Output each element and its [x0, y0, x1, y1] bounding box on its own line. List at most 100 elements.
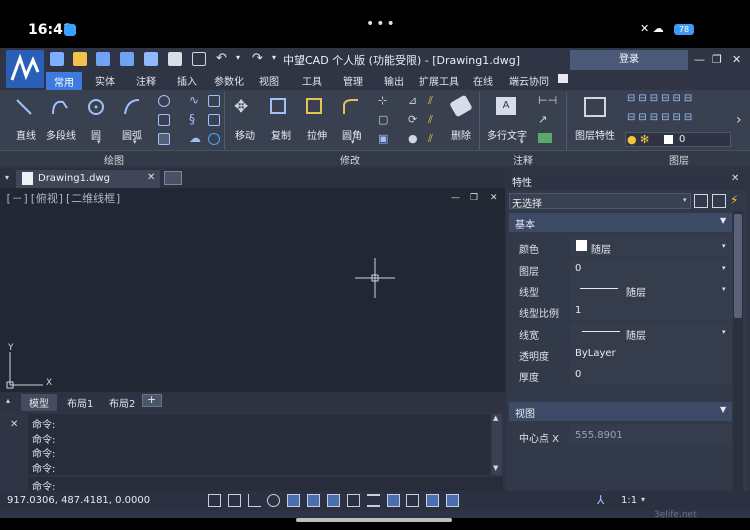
mirror-icon[interactable]: ▣ [378, 132, 388, 145]
scale-dropdown-icon[interactable]: ▾ [641, 495, 645, 504]
tab-manage[interactable]: 管理 [343, 73, 363, 88]
join-icon[interactable]: ⫽ [428, 132, 433, 146]
leader-icon[interactable]: ↗ [538, 113, 547, 126]
ribbon-collapse-icon[interactable] [558, 74, 568, 83]
save-as-icon[interactable] [120, 52, 134, 66]
tab-cloud[interactable]: 端云协同 [509, 73, 549, 88]
revcloud-icon[interactable]: § [189, 112, 195, 126]
new-file-icon[interactable] [50, 52, 64, 66]
app-logo[interactable] [6, 50, 44, 88]
modify-erase-label[interactable]: 删除 [451, 127, 471, 142]
spline-icon[interactable]: ∿ [189, 93, 199, 107]
table-icon[interactable] [538, 133, 552, 143]
prop-ltscale-field[interactable] [570, 300, 732, 320]
move-icon[interactable]: ✥ [234, 97, 248, 117]
layer-properties-icon[interactable] [584, 97, 606, 117]
viewport-restore-icon[interactable]: ❐ [470, 193, 478, 203]
properties-close-icon[interactable]: ✕ [731, 173, 739, 184]
redo-icon[interactable]: ↷ [252, 51, 263, 66]
home-indicator[interactable] [296, 518, 452, 522]
modify-move-label[interactable]: 移动 [235, 127, 255, 142]
modify-copy-label[interactable]: 复制 [271, 127, 291, 142]
tab-insert[interactable]: 插入 [177, 73, 197, 88]
scale-icon[interactable]: ● [408, 132, 418, 145]
fillet-icon[interactable] [342, 98, 360, 116]
multitask-dots-icon[interactable]: ••• [366, 16, 397, 32]
tab-parametric[interactable]: 参数化 [214, 73, 244, 88]
viewport-label[interactable]: [－][俯视][二维线框] [5, 190, 122, 206]
tab-view[interactable]: 视图 [259, 73, 279, 88]
arc-icon[interactable] [123, 98, 141, 116]
ortho-icon[interactable] [248, 494, 261, 507]
document-tab-close-icon[interactable]: ✕ [147, 172, 155, 183]
save-icon[interactable] [96, 52, 110, 66]
tab-home[interactable]: 常用 [46, 72, 82, 91]
prop-color-dropdown-icon[interactable]: ▾ [722, 242, 726, 250]
print-icon[interactable] [168, 52, 182, 66]
batch-icon[interactable] [144, 52, 158, 66]
tab-online[interactable]: 在线 [473, 73, 493, 88]
select-objects-icon[interactable] [712, 194, 726, 208]
ellipse-icon[interactable] [158, 95, 170, 107]
array-icon[interactable]: ▢ [378, 113, 388, 126]
copy-icon[interactable] [270, 98, 286, 114]
rectangle-icon[interactable] [158, 114, 170, 126]
fillet-dropdown-icon[interactable]: ▾ [351, 138, 355, 146]
qa-dropdown-icon[interactable]: ▾ [272, 53, 276, 62]
donut-icon[interactable] [208, 133, 220, 145]
break-icon[interactable]: ⫽ [428, 113, 433, 127]
lineweight-icon[interactable] [367, 494, 380, 507]
annotation-scale-icon[interactable]: ⅄ [597, 493, 604, 507]
layer-tools-row2[interactable]: ⊟⊟⊟⊟⊟⊟ [627, 112, 731, 126]
prop-thickness-field[interactable] [570, 364, 732, 384]
layout-tab-1[interactable]: 布局1 [67, 395, 93, 410]
preview-icon[interactable] [192, 52, 206, 66]
section-view[interactable] [509, 402, 732, 421]
transparency-icon[interactable] [387, 494, 400, 507]
prop-layer-dropdown-icon[interactable]: ▾ [722, 264, 726, 272]
login-button[interactable]: 登录 [570, 50, 688, 70]
undo-dropdown-icon[interactable]: ▾ [236, 53, 240, 62]
modify-stretch-label[interactable]: 拉伸 [307, 127, 327, 142]
cursor-coordinates[interactable]: 917.0306, 487.4181, 0.0000 [7, 495, 150, 506]
tab-annotate[interactable]: 注释 [136, 73, 156, 88]
layer-properties-label[interactable]: 图层特性 [575, 127, 615, 142]
dimension-icon[interactable]: ⊢⊣ [538, 94, 557, 107]
quick-select-icon[interactable]: ⚡ [730, 193, 738, 207]
drawing-canvas[interactable] [0, 188, 505, 392]
section-view-collapse-icon[interactable]: ▼ [720, 405, 726, 414]
rotate-icon[interactable]: ⟳ [408, 113, 417, 126]
prop-layer-field[interactable] [570, 258, 732, 278]
section-basic[interactable] [509, 213, 732, 232]
osnap-icon[interactable] [287, 494, 300, 507]
open-file-icon[interactable] [73, 52, 87, 66]
annotation-monitor-icon[interactable] [426, 494, 439, 507]
region-icon[interactable] [208, 95, 220, 107]
layout-tab-2[interactable]: 布局2 [109, 395, 135, 410]
polar-icon[interactable] [267, 494, 280, 507]
line-icon[interactable] [15, 98, 33, 116]
prop-linetype-dropdown-icon[interactable]: ▾ [722, 285, 726, 293]
mtext-icon[interactable]: A [496, 97, 516, 115]
doc-menu-icon[interactable]: ▾ [5, 173, 9, 182]
cloud-icon[interactable]: ☁ [189, 131, 201, 145]
extend-icon[interactable]: ⫽ [428, 94, 433, 108]
stretch-icon[interactable] [306, 98, 322, 114]
prop-lineweight-dropdown-icon[interactable]: ▾ [722, 328, 726, 336]
selection-cycle-icon[interactable] [406, 494, 419, 507]
undo-icon[interactable]: ↶ [216, 51, 227, 66]
grid-icon[interactable] [228, 494, 241, 507]
annotation-scale-value[interactable]: 1:1 [621, 495, 637, 506]
mtext-dropdown-icon[interactable]: ▾ [520, 138, 524, 146]
offset-icon[interactable]: ⊿ [408, 94, 417, 107]
layer-tools-row1[interactable]: ⊟⊟⊟⊟⊟⊟ [627, 93, 731, 107]
arc-dropdown-icon[interactable]: ▾ [133, 138, 137, 146]
command-input[interactable] [28, 477, 503, 491]
prop-linetype-field[interactable] [570, 279, 732, 299]
toggle-pickadd-icon[interactable] [694, 194, 708, 208]
dynamic-input-icon[interactable] [347, 494, 360, 507]
section-collapse-icon[interactable]: ▼ [720, 216, 726, 225]
tab-solid[interactable]: 实体 [95, 73, 115, 88]
trim-icon[interactable]: ⊹ [378, 94, 387, 107]
draw-polyline-label[interactable]: 多段线 [46, 127, 76, 142]
